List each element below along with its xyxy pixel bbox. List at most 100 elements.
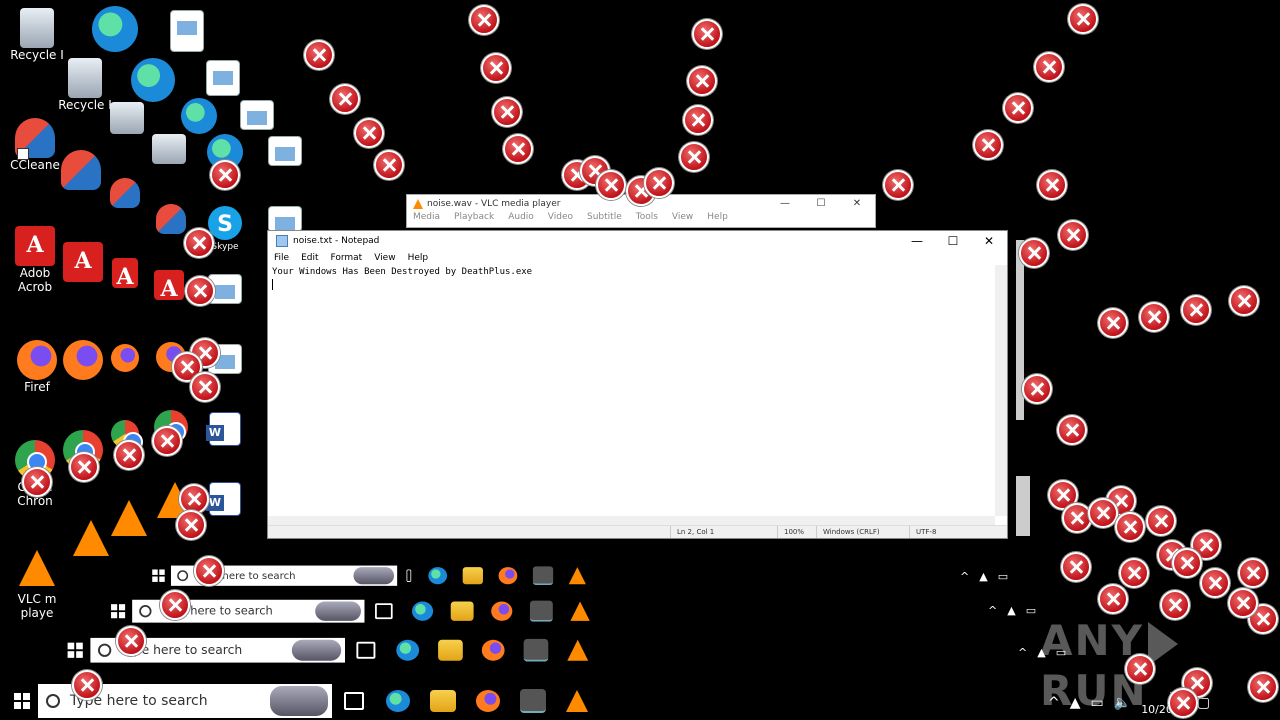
desktop-icon-file[interactable] (152, 10, 222, 52)
firefox-taskbar-icon[interactable] (498, 567, 518, 585)
error-icon (1037, 170, 1067, 200)
notepad-text-area[interactable]: Your Windows Has Been Destroyed by Death… (270, 265, 993, 516)
task-view-icon[interactable] (344, 692, 364, 710)
notepad-menu-view[interactable]: View (374, 253, 395, 263)
search-icon (139, 605, 152, 618)
error-icon (184, 228, 214, 258)
vlc-menubar: Media Playback Audio Video Subtitle Tool… (407, 212, 875, 222)
word-document-icon (206, 482, 241, 516)
start-button[interactable] (111, 604, 126, 619)
desktop-icon-recycle-bin[interactable]: Recycle I (2, 8, 72, 62)
file-explorer-icon[interactable] (462, 567, 483, 585)
task-view-icon[interactable] (356, 641, 376, 659)
edge-taskbar-icon[interactable] (428, 567, 448, 585)
watermark: ANYRUN (1040, 616, 1280, 715)
error-icon (194, 556, 224, 586)
vlc-menu-tools[interactable]: Tools (636, 212, 658, 222)
firefox-icon (111, 344, 139, 372)
minimize-button[interactable]: — (767, 198, 803, 209)
warning-icon[interactable]: ▲ (979, 570, 987, 583)
desktop-icon-edge[interactable] (118, 58, 188, 102)
minimize-button[interactable]: — (899, 234, 935, 248)
vlc-taskbar-icon[interactable] (567, 639, 589, 661)
file-explorer-icon[interactable] (430, 690, 456, 712)
edge-taskbar-icon[interactable] (396, 639, 420, 661)
vlc-menu-subtitle[interactable]: Subtitle (587, 212, 622, 222)
desktop-icon-file[interactable] (222, 100, 292, 130)
error-icon (1125, 654, 1155, 684)
network-icon[interactable]: ▭ (1026, 604, 1036, 617)
error-icon (679, 142, 709, 172)
notepad-menu-edit[interactable]: Edit (301, 253, 318, 263)
vlc-icon (19, 550, 55, 586)
desktop-icon-recycle-bin[interactable] (92, 102, 162, 134)
edge-taskbar-icon[interactable] (412, 601, 434, 621)
notepad-title: noise.txt - Notepad (293, 236, 380, 246)
start-button[interactable] (152, 569, 165, 582)
skype-icon (208, 206, 242, 240)
start-button[interactable] (67, 642, 83, 658)
notepad-taskbar-icon[interactable] (532, 566, 554, 586)
file-explorer-icon[interactable] (450, 601, 474, 621)
ccleaner-icon (156, 204, 186, 234)
vlc-taskbar-icon[interactable] (566, 690, 588, 712)
recycle-bin-icon (152, 134, 186, 164)
desktop-icon-label: Firef (24, 380, 50, 394)
vlc-taskbar-icon[interactable] (568, 567, 586, 585)
notepad-taskbar-icon[interactable] (529, 600, 553, 622)
close-button[interactable]: ✕ (839, 198, 875, 209)
desktop-icon-file[interactable] (188, 60, 258, 96)
firefox-taskbar-icon[interactable] (481, 639, 505, 661)
error-icon (1139, 302, 1169, 332)
notepad-taskbar-icon[interactable] (520, 689, 546, 713)
error-icon (190, 372, 220, 402)
notepad-titlebar[interactable]: noise.txt - Notepad — ☐ ✕ (268, 231, 1007, 251)
task-view-icon[interactable] (406, 569, 412, 582)
error-icon (1057, 415, 1087, 445)
chevron-up-icon[interactable]: ^ (1018, 646, 1027, 659)
warning-icon[interactable]: ▲ (1007, 604, 1015, 617)
vlc-menu-media[interactable]: Media (413, 212, 440, 222)
error-icon (1119, 558, 1149, 588)
close-button[interactable]: ✕ (971, 234, 1007, 248)
vlc-menu-audio[interactable]: Audio (508, 212, 534, 222)
firefox-taskbar-icon[interactable] (476, 690, 500, 712)
file-explorer-icon[interactable] (438, 639, 463, 661)
chevron-up-icon[interactable]: ^ (960, 570, 969, 583)
notepad-window[interactable]: noise.txt - Notepad — ☐ ✕ File Edit Form… (267, 230, 1008, 539)
desktop-icon-vlc[interactable]: VLC m playe (2, 550, 72, 620)
notepad-menubar: File Edit Format View Help (268, 251, 1007, 265)
task-view-icon[interactable] (375, 603, 393, 620)
firefox-taskbar-icon[interactable] (491, 601, 513, 621)
cursor-position: Ln 2, Col 1 (670, 526, 777, 538)
vertical-scrollbar[interactable] (995, 265, 1007, 516)
notepad-menu-help[interactable]: Help (408, 253, 429, 263)
error-icon (1003, 93, 1033, 123)
notepad-menu-format[interactable]: Format (331, 253, 363, 263)
error-icon (1168, 688, 1198, 718)
vlc-menu-help[interactable]: Help (707, 212, 728, 222)
error-icon (1068, 4, 1098, 34)
start-button[interactable] (14, 693, 30, 709)
maximize-button[interactable]: ☐ (935, 234, 971, 248)
maximize-button[interactable]: ☐ (803, 198, 839, 209)
error-icon (1058, 220, 1088, 250)
chevron-up-icon[interactable]: ^ (988, 604, 997, 617)
edge-icon (131, 58, 175, 102)
vlc-menu-view[interactable]: View (672, 212, 693, 222)
desktop-icon-file[interactable] (250, 136, 320, 166)
network-icon[interactable]: ▭ (998, 570, 1008, 583)
notepad-menu-file[interactable]: File (274, 253, 289, 263)
error-icon (644, 168, 674, 198)
notepad-taskbar-icon[interactable] (523, 638, 549, 662)
vlc-taskbar-icon[interactable] (570, 601, 590, 621)
vlc-menu-video[interactable]: Video (548, 212, 573, 222)
error-icon (503, 134, 533, 164)
vlc-title: noise.wav - VLC media player (427, 198, 561, 209)
desktop-icon-file[interactable] (250, 206, 320, 232)
edge-taskbar-icon[interactable] (386, 690, 410, 712)
desktop-icon-edge[interactable] (80, 6, 150, 52)
vlc-menu-playback[interactable]: Playback (454, 212, 494, 222)
desktop-icon-word[interactable] (190, 412, 260, 446)
system-tray: ^ ▲ ▭ (988, 604, 1036, 617)
